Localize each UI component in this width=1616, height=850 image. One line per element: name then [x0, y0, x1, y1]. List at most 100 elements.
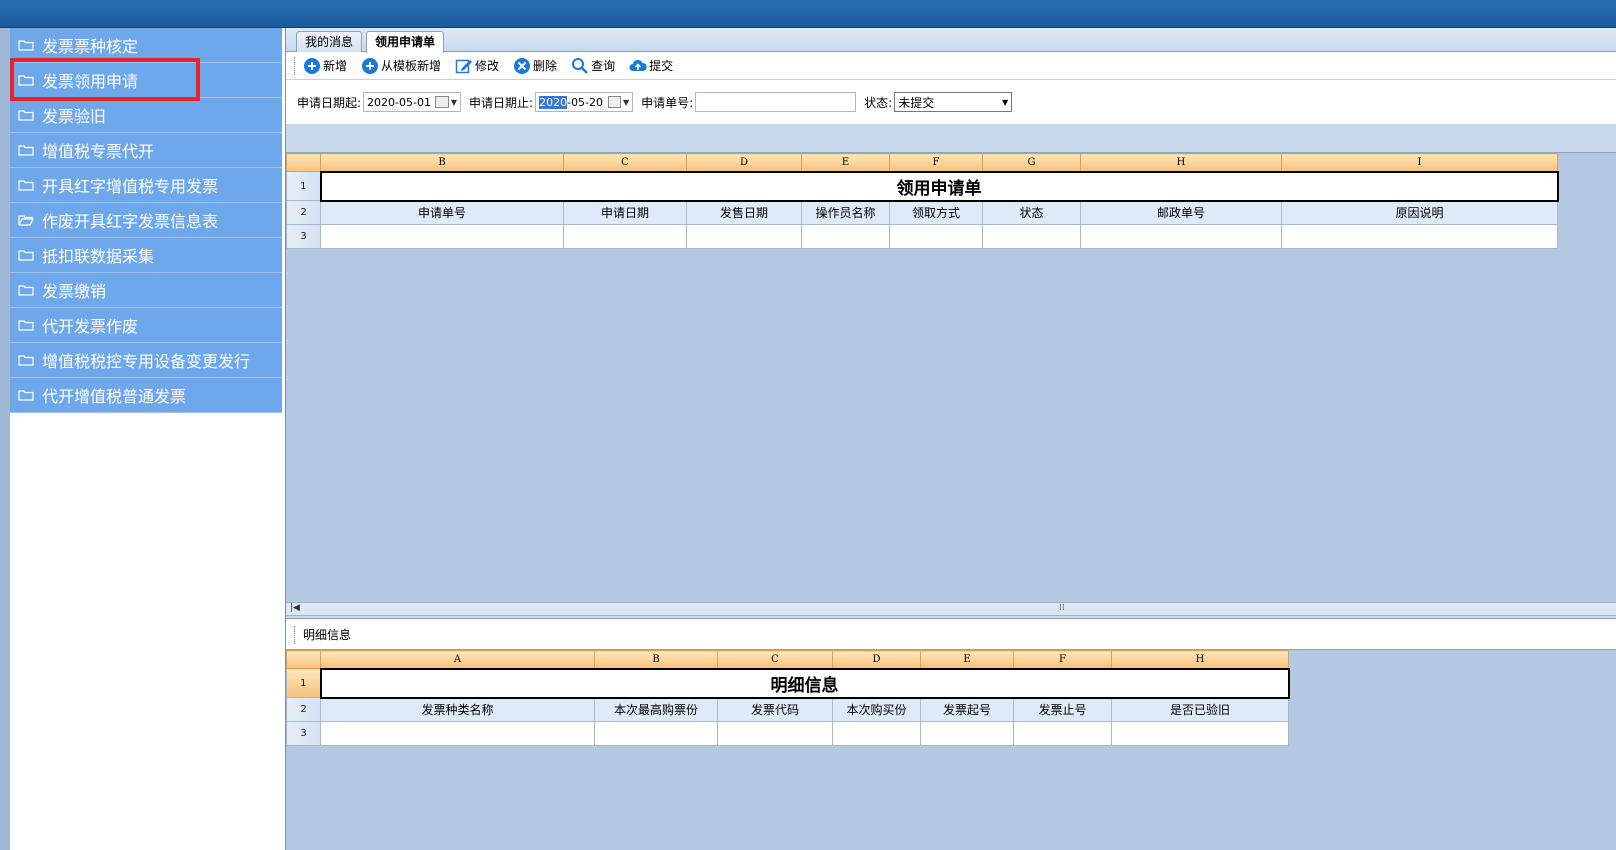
horizontal-scrollbar[interactable]: |◀ ⁞⁞: [286, 602, 1616, 616]
query-button[interactable]: 查询: [571, 57, 615, 75]
sidebar-item-invoice-cancel[interactable]: 发票缴销: [10, 273, 282, 308]
sidebar-item-label: 增值税专票代开: [42, 142, 155, 161]
table-cell[interactable]: [594, 721, 718, 746]
col-header[interactable]: H: [1111, 650, 1289, 669]
search-icon: [571, 57, 589, 75]
detail-label: 明细信息: [303, 628, 352, 642]
col-header[interactable]: H: [1080, 153, 1282, 172]
col-header[interactable]: B: [594, 650, 718, 669]
submit-button-label: 提交: [649, 59, 674, 73]
status-select[interactable]: 未提交 ▼: [894, 92, 1013, 112]
sidebar-item-label: 发票缴销: [42, 282, 107, 301]
table-cell[interactable]: [320, 224, 564, 249]
table-cell[interactable]: [889, 224, 983, 249]
query-button-label: 查询: [591, 59, 616, 73]
edit-button[interactable]: 修改: [455, 57, 499, 75]
start-date-picker[interactable]: 2020-05-01 ▼: [363, 92, 462, 112]
sheet-corner[interactable]: [286, 153, 321, 172]
apply-form-table: B C D E F G H I 1 领用申请单 2 申请单号 申请日期 发售日期…: [286, 153, 1559, 249]
col-header[interactable]: D: [686, 153, 802, 172]
table-header-cell: 申请日期: [563, 200, 687, 225]
status-select-value: 未提交: [898, 95, 935, 110]
row-header[interactable]: 1: [286, 171, 321, 201]
sheet-corner[interactable]: [286, 650, 321, 669]
sidebar-item-label: 作废开具红字发票信息表: [42, 212, 219, 231]
table-cell[interactable]: [832, 721, 921, 746]
table-cell[interactable]: [982, 224, 1081, 249]
sidebar-item-label: 增值税税控专用设备变更发行: [42, 352, 251, 371]
col-header[interactable]: D: [832, 650, 921, 669]
toolbar-grip: [294, 56, 297, 75]
table-cell[interactable]: [1111, 721, 1289, 746]
sidebar-item-vat-special-issue[interactable]: 增值税专票代开: [10, 133, 282, 168]
row-header[interactable]: 1: [286, 668, 321, 698]
table-cell[interactable]: [1013, 721, 1112, 746]
table-header-cell: 发票代码: [717, 697, 833, 722]
sidebar-item-invoice-type-approval[interactable]: 发票票种核定: [10, 28, 282, 63]
sidebar-item-invoice-apply[interactable]: 发票领用申请: [10, 63, 282, 98]
table-cell[interactable]: [1080, 224, 1282, 249]
add-button[interactable]: 新增: [303, 57, 347, 75]
table-header-cell: 发票起号: [920, 697, 1014, 722]
col-header[interactable]: C: [563, 153, 687, 172]
col-header[interactable]: C: [717, 650, 833, 669]
sidebar-item-red-vat-invoice[interactable]: 开具红字增值税专用发票: [10, 168, 282, 203]
table-header-cell: 发票止号: [1013, 697, 1112, 722]
table-cell[interactable]: [717, 721, 833, 746]
table-cell[interactable]: [686, 224, 802, 249]
table-cell[interactable]: [320, 721, 595, 746]
scroll-left-icon[interactable]: |◀: [290, 603, 300, 613]
table-header-cell: 操作员名称: [801, 200, 890, 225]
add-from-template-button[interactable]: 从模板新增: [361, 57, 441, 75]
filter-bar: 申请日期起: 2020-05-01 ▼ 申请日期止: 2020-05-20 ▼ …: [286, 80, 1616, 124]
scroll-thumb[interactable]: [308, 605, 1608, 613]
col-header[interactable]: F: [1013, 650, 1112, 669]
end-date-picker[interactable]: 2020-05-20 ▼: [535, 92, 634, 112]
col-header[interactable]: I: [1281, 153, 1558, 172]
row-header[interactable]: 2: [286, 697, 321, 722]
col-header[interactable]: E: [920, 650, 1014, 669]
sidebar-item-invoice-verify-old[interactable]: 发票验旧: [10, 98, 282, 133]
sidebar-item-label: 发票验旧: [42, 107, 107, 126]
table-cell[interactable]: [920, 721, 1014, 746]
table-header-cell: 申请单号: [320, 200, 564, 225]
sidebar-item-tax-device-change[interactable]: 增值税税控专用设备变更发行: [10, 343, 282, 378]
col-header[interactable]: B: [320, 153, 564, 172]
col-header[interactable]: E: [801, 153, 890, 172]
tab-my-messages[interactable]: 我的消息: [296, 31, 363, 52]
start-date-label: 申请日期起:: [297, 95, 362, 110]
sidebar-item-label: 发票领用申请: [42, 72, 139, 91]
table-cell[interactable]: [1281, 224, 1558, 249]
edit-icon: [455, 57, 473, 75]
col-header[interactable]: A: [320, 650, 595, 669]
sidebar-item-void-red-invoice-info[interactable]: 作废开具红字发票信息表: [10, 203, 282, 238]
detail-title: 明细信息: [319, 667, 1290, 699]
sidebar-item-vat-normal-issue[interactable]: 代开增值税普通发票: [10, 378, 282, 413]
detail-table: A B C D E F H 1 明细信息 2 发票种类名称 本次最高购票份 发票…: [286, 650, 1290, 746]
col-header[interactable]: F: [889, 153, 983, 172]
col-header[interactable]: G: [982, 153, 1081, 172]
sidebar-item-deduction-data-collect[interactable]: 抵扣联数据采集: [10, 238, 282, 273]
row-header[interactable]: 3: [286, 721, 321, 746]
delete-x-icon: [513, 57, 531, 75]
add-from-template-label: 从模板新增: [381, 59, 442, 73]
table-header-cell: 邮政单号: [1080, 200, 1282, 225]
tab-apply-form[interactable]: 领用申请单: [366, 31, 445, 53]
row-header[interactable]: 2: [286, 200, 321, 225]
folder-icon: [18, 319, 34, 331]
submit-button[interactable]: 提交: [629, 57, 673, 75]
apply-number-input[interactable]: [695, 92, 857, 112]
detail-bar: 明细信息: [286, 618, 1616, 650]
scroll-grip-icon: ⁞⁞: [1059, 603, 1065, 613]
row-header[interactable]: 3: [286, 224, 321, 249]
table-cell[interactable]: [801, 224, 890, 249]
delete-button-label: 删除: [533, 59, 558, 73]
dropdown-arrow-icon: ▼: [450, 97, 458, 107]
start-date-value: 2020-05-01: [367, 95, 431, 109]
table-cell[interactable]: [563, 224, 687, 249]
delete-button[interactable]: 删除: [513, 57, 557, 75]
tab-bar: 我的消息 领用申请单: [286, 28, 1616, 53]
calendar-icon: [607, 96, 621, 108]
sidebar-item-void-issued-invoice[interactable]: 代开发票作废: [10, 308, 282, 343]
add-button-label: 新增: [323, 59, 348, 73]
